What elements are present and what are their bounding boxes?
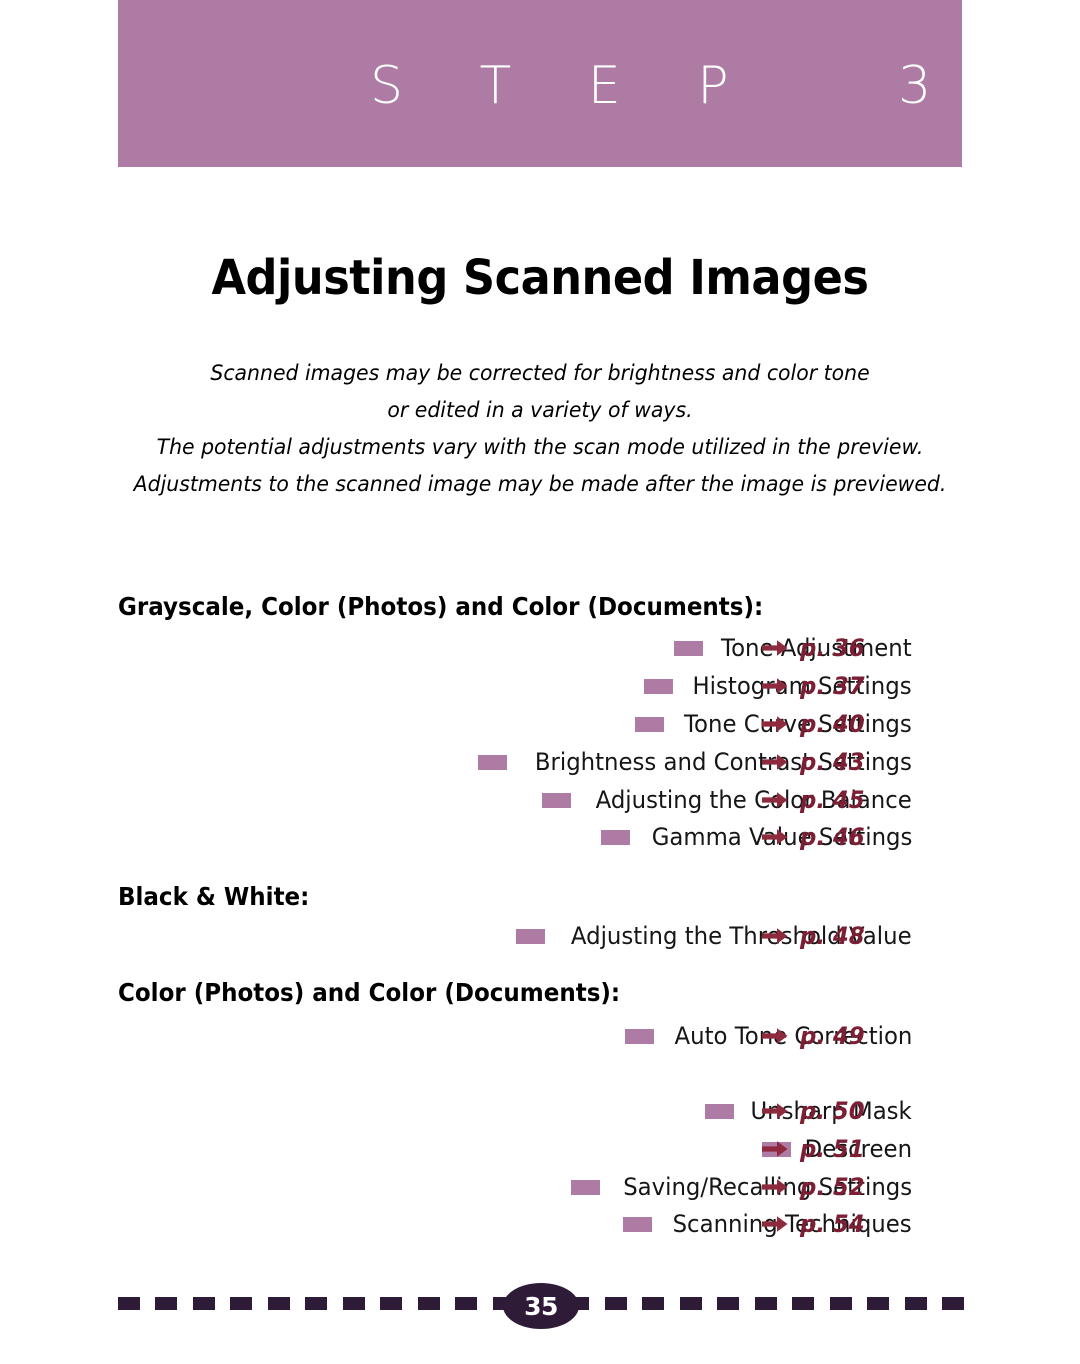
right-arrow-icon — [762, 927, 788, 945]
toc-entry-page-ref[interactable]: p. 51 — [744, 1134, 912, 1164]
toc-entry-page-ref[interactable]: p. 54 — [744, 1209, 912, 1239]
right-arrow-icon — [762, 1215, 788, 1233]
page-footer: 35 — [118, 1283, 964, 1329]
toc-entry[interactable]: Tone Adjustment p. 36 — [674, 633, 912, 663]
footer-dash — [754, 1297, 777, 1310]
footer-dash — [417, 1297, 440, 1310]
footer-dash — [717, 1297, 740, 1310]
toc-entry[interactable]: Adjusting the Threshold Value p. 48 — [516, 921, 912, 951]
square-bullet-icon — [542, 792, 572, 808]
toc-entry-page-ref[interactable]: p. 36 — [744, 633, 912, 663]
footer-dash — [642, 1297, 665, 1310]
toc-entry-page-ref[interactable]: p. 52 — [744, 1172, 912, 1202]
footer-dash — [792, 1297, 815, 1310]
toc-entry-page-ref[interactable]: p. 48 — [744, 921, 912, 951]
footer-dash — [155, 1297, 178, 1310]
right-arrow-icon — [762, 1140, 788, 1158]
square-bullet-icon — [570, 1179, 600, 1195]
toc-entry-page-number: p. 36 — [800, 634, 865, 662]
square-bullet-icon — [644, 678, 674, 694]
toc-entry-page-number: p. 50 — [800, 1097, 865, 1125]
toc-entry-page-ref[interactable]: p. 40 — [744, 709, 912, 739]
toc-entry-page-ref[interactable]: p. 50 — [744, 1096, 912, 1126]
step-banner-label: S T E P 3 — [370, 56, 962, 116]
toc-entry-page-ref[interactable]: p. 46 — [744, 822, 912, 852]
page-title: Adjusting Scanned Images — [211, 250, 869, 306]
toc-entry-page-number: p. 45 — [800, 786, 865, 814]
right-arrow-icon — [762, 715, 788, 733]
footer-dash — [941, 1297, 964, 1310]
toc-entry[interactable]: Auto Tone Correction p. 49 — [624, 1021, 912, 1051]
square-bullet-icon — [705, 1103, 735, 1119]
page-number-badge: 35 — [503, 1283, 579, 1329]
footer-dash — [604, 1297, 627, 1310]
toc-entry-page-number: p. 46 — [800, 823, 865, 851]
footer-dash — [267, 1297, 290, 1310]
toc-entry[interactable]: Unsharp Mask p. 50 — [705, 1096, 912, 1126]
square-bullet-icon — [635, 716, 665, 732]
toc-entry-page-number: p. 49 — [800, 1022, 865, 1050]
intro-line: Adjustments to the scanned image may be … — [133, 472, 947, 497]
toc-section-heading: Black & White: — [118, 882, 310, 911]
footer-dash — [230, 1297, 253, 1310]
toc-entry-page-number: p. 52 — [800, 1173, 865, 1201]
intro-line: or edited in a variety of ways. — [387, 398, 693, 423]
footer-dash — [679, 1297, 702, 1310]
square-bullet-icon — [600, 829, 630, 845]
right-arrow-icon — [762, 828, 788, 846]
square-bullet-icon — [478, 754, 508, 770]
square-bullet-icon — [623, 1216, 653, 1232]
right-arrow-icon — [762, 1102, 788, 1120]
footer-dash — [829, 1297, 852, 1310]
toc-entry[interactable]: Tone Curve Settings p. 40 — [635, 709, 912, 739]
square-bullet-icon — [516, 928, 546, 944]
toc-entry[interactable]: Saving/Recalling Settings p. 52 — [570, 1172, 912, 1202]
intro-line: Scanned images may be corrected for brig… — [210, 361, 870, 386]
toc-entry[interactable]: Scanning Techniques p. 54 — [623, 1209, 912, 1239]
intro-line: The potential adjustments vary with the … — [156, 435, 924, 460]
footer-dash — [342, 1297, 365, 1310]
footer-dash — [305, 1297, 328, 1310]
footer-dash — [192, 1297, 215, 1310]
toc-entry-page-ref[interactable]: p. 37 — [744, 671, 912, 701]
toc-section-heading: Grayscale, Color (Photos) and Color (Doc… — [118, 592, 764, 621]
right-arrow-icon — [762, 753, 788, 771]
toc-entry[interactable]: Brightness and Contrast Settings p. 43 — [478, 747, 912, 777]
right-arrow-icon — [762, 1027, 788, 1045]
toc-entry-page-number: p. 37 — [800, 672, 865, 700]
toc-entry-page-number: p. 43 — [800, 748, 865, 776]
toc-entry-page-number: p. 54 — [800, 1210, 865, 1238]
right-arrow-icon — [762, 639, 788, 657]
toc-entry[interactable]: Descreen p. 51 — [761, 1134, 912, 1164]
toc-entry-page-ref[interactable]: p. 49 — [744, 1021, 912, 1051]
toc-section-heading: Color (Photos) and Color (Documents): — [118, 978, 621, 1007]
toc-entry-page-number: p. 51 — [800, 1135, 865, 1163]
footer-dash — [380, 1297, 403, 1310]
right-arrow-icon — [762, 791, 788, 809]
toc-entry[interactable]: Histogram Settings p. 37 — [644, 671, 912, 701]
toc-entry-page-number: p. 40 — [800, 710, 865, 738]
right-arrow-icon — [762, 1178, 788, 1196]
toc-entry[interactable]: Gamma Value Settingsp. 46 — [600, 822, 912, 852]
toc-entry-page-number: p. 48 — [800, 922, 865, 950]
toc-entry-page-ref[interactable]: p. 43 — [744, 747, 912, 777]
toc-entry-page-ref[interactable]: p. 45 — [744, 785, 912, 815]
footer-dash — [455, 1297, 478, 1310]
right-arrow-icon — [762, 677, 788, 695]
square-bullet-icon — [624, 1028, 654, 1044]
square-bullet-icon — [674, 640, 704, 656]
footer-dash — [904, 1297, 927, 1310]
footer-dash — [867, 1297, 890, 1310]
toc-entry[interactable]: Adjusting the Color Balance p. 45 — [542, 785, 912, 815]
intro-paragraph: Scanned images may be corrected for brig… — [0, 355, 1080, 503]
step-banner: S T E P 3 — [118, 0, 962, 167]
footer-dash — [118, 1297, 140, 1310]
